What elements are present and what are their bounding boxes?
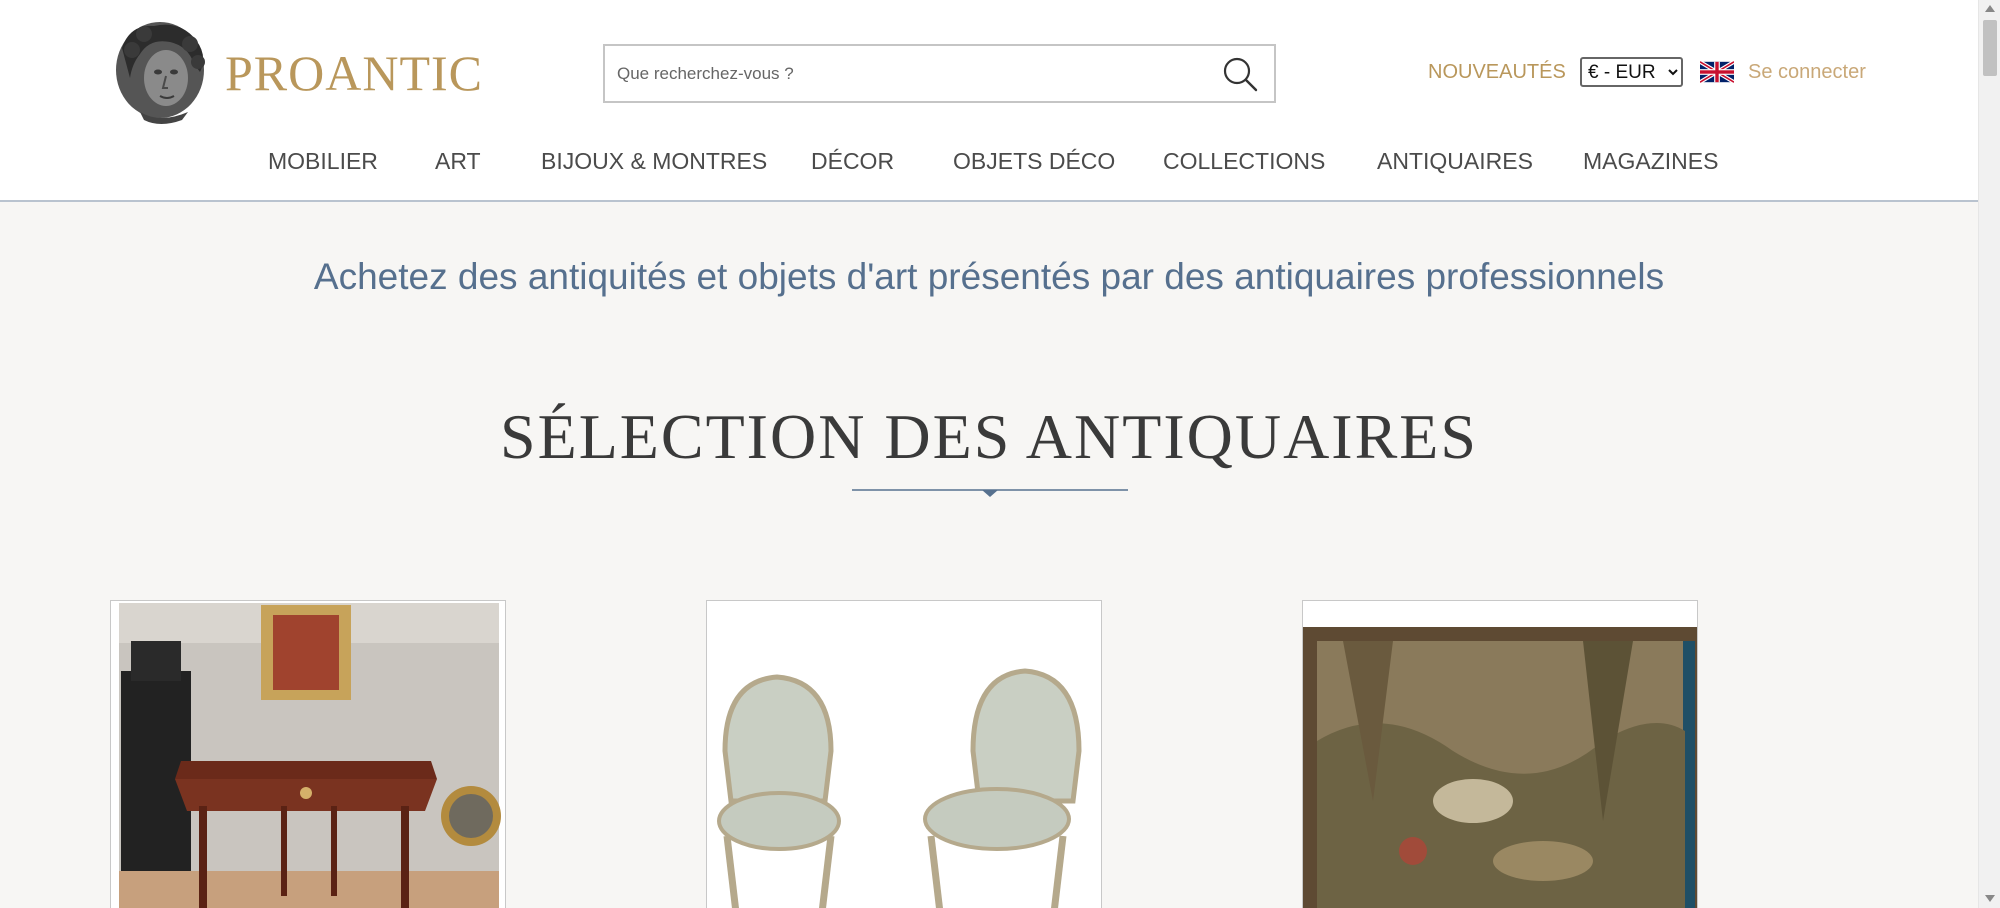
product-card-chairs[interactable]: [706, 600, 1102, 908]
scrollbar-thumb[interactable]: [1983, 20, 1997, 76]
nav-item-decor[interactable]: DÉCOR: [811, 148, 894, 175]
nav-item-bijoux-montres[interactable]: BIJOUX & MONTRES: [541, 148, 767, 175]
logo-bust-icon[interactable]: [110, 20, 210, 124]
nav-item-mobilier[interactable]: MOBILIER: [268, 148, 378, 175]
product-card-desk[interactable]: [110, 600, 506, 908]
new-arrivals-link[interactable]: NOUVEAUTÉS: [1428, 61, 1566, 84]
scroll-down-arrow-icon[interactable]: [1985, 895, 1995, 902]
product-card-tapestry[interactable]: [1302, 600, 1698, 908]
product-image-desk[interactable]: [111, 601, 506, 908]
brand-name[interactable]: PROANTIC: [225, 44, 483, 102]
uk-flag-icon[interactable]: [1700, 60, 1734, 84]
title-divider: [852, 489, 1128, 497]
nav-item-objets-deco[interactable]: OBJETS DÉCO: [953, 148, 1115, 175]
search-icon[interactable]: [1220, 54, 1260, 94]
search-input[interactable]: [617, 46, 1207, 101]
vertical-scrollbar[interactable]: [1978, 0, 2000, 908]
product-image-tapestry[interactable]: [1303, 601, 1698, 908]
nav-item-art[interactable]: ART: [435, 148, 481, 175]
login-link[interactable]: Se connecter: [1748, 61, 1866, 84]
search-box: [603, 44, 1276, 103]
nav-item-magazines[interactable]: MAGAZINES: [1583, 148, 1718, 175]
site-header: PROANTIC NOUVEAUTÉS € - EUR Se connecter…: [0, 0, 1978, 202]
nav-item-antiquaires[interactable]: ANTIQUAIRES: [1377, 148, 1533, 175]
scroll-up-arrow-icon[interactable]: [1985, 5, 1995, 12]
main-nav: MOBILIER ART BIJOUX & MONTRES DÉCOR OBJE…: [0, 148, 1978, 178]
nav-item-collections[interactable]: COLLECTIONS: [1163, 148, 1325, 175]
currency-select[interactable]: € - EUR: [1580, 57, 1683, 87]
page-tagline: Achetez des antiquités et objets d'art p…: [313, 256, 1665, 297]
section-title: SÉLECTION DES ANTIQUAIRES: [500, 401, 1478, 472]
product-image-chairs[interactable]: [707, 601, 1102, 908]
